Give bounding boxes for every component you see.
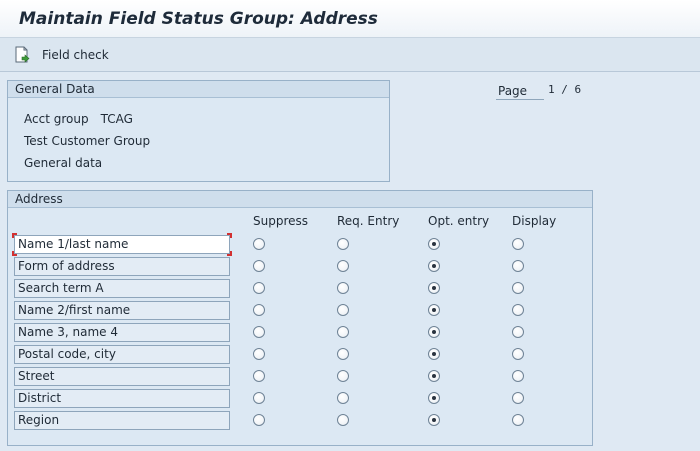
radio-req-entry-row-4[interactable] [337,326,349,338]
field-label-text: Region [18,413,60,427]
radio-suppress-row-7[interactable] [253,392,265,404]
group-description: Test Customer Group [24,134,151,148]
general-data-group: General Data Acct group TCAG Test Custome… [7,80,390,182]
field-label-text: Postal code, city [18,347,116,361]
main-content: General Data Acct group TCAG Test Custome… [0,73,700,451]
field-label-8[interactable]: Region [14,411,230,430]
radio-opt-entry-row-3[interactable] [428,304,440,316]
radio-opt-entry-row-2[interactable] [428,282,440,294]
radio-suppress-row-8[interactable] [253,414,265,426]
radio-req-entry-row-1[interactable] [337,260,349,272]
column-header-suppress: Suppress [253,214,309,228]
radio-suppress-row-0[interactable] [253,238,265,250]
field-label-text: Form of address [18,259,115,273]
address-group: Address Suppress Req. Entry Opt. entry Disp… [7,190,593,446]
radio-req-entry-row-6[interactable] [337,370,349,382]
radio-opt-entry-row-5[interactable] [428,348,440,360]
radio-opt-entry-row-6[interactable] [428,370,440,382]
field-label-6[interactable]: Street [14,367,230,386]
radio-display-row-8[interactable] [512,414,524,426]
radio-display-row-0[interactable] [512,238,524,250]
toolbar: Field check [0,38,700,72]
field-label-5[interactable]: Postal code, city [14,345,230,364]
radio-display-row-2[interactable] [512,282,524,294]
radio-req-entry-row-2[interactable] [337,282,349,294]
address-header: Address [8,191,592,208]
radio-opt-entry-row-1[interactable] [428,260,440,272]
column-header-req-entry: Req. Entry [337,214,400,228]
field-label-text: District [18,391,62,405]
acct-group-row: Acct group TCAG [24,112,133,126]
radio-suppress-row-3[interactable] [253,304,265,316]
field-label-0[interactable]: Name 1/last name [12,233,232,256]
field-label-1[interactable]: Form of address [14,257,230,276]
field-label-text: Name 1/last name [18,237,129,251]
page-indicator: 1 / 6 [548,83,582,96]
radio-req-entry-row-0[interactable] [337,238,349,250]
radio-req-entry-row-8[interactable] [337,414,349,426]
radio-display-row-7[interactable] [512,392,524,404]
field-label-text: Name 2/first name [18,303,131,317]
radio-display-row-5[interactable] [512,348,524,360]
radio-opt-entry-row-0[interactable] [428,238,440,250]
radio-suppress-row-6[interactable] [253,370,265,382]
radio-suppress-row-4[interactable] [253,326,265,338]
field-check-button[interactable]: Field check [14,45,109,65]
acct-group-value: TCAG [100,112,133,126]
title-bar: Maintain Field Status Group: Address [0,0,700,38]
radio-req-entry-row-3[interactable] [337,304,349,316]
focus-corner-marker [12,233,17,238]
radio-opt-entry-row-7[interactable] [428,392,440,404]
radio-opt-entry-row-8[interactable] [428,414,440,426]
radio-opt-entry-row-4[interactable] [428,326,440,338]
field-label-text: Name 3, name 4 [18,325,118,339]
field-label-3[interactable]: Name 2/first name [14,301,230,320]
acct-group-label: Acct group [24,112,89,126]
radio-suppress-row-5[interactable] [253,348,265,360]
radio-display-row-6[interactable] [512,370,524,382]
radio-suppress-row-1[interactable] [253,260,265,272]
focus-corner-marker [227,233,232,238]
radio-suppress-row-2[interactable] [253,282,265,294]
column-header-display: Display [512,214,557,228]
radio-req-entry-row-5[interactable] [337,348,349,360]
field-label-text: Street [18,369,55,383]
radio-req-entry-row-7[interactable] [337,392,349,404]
focus-corner-marker [12,251,17,256]
field-check-label: Field check [42,48,109,62]
radio-display-row-4[interactable] [512,326,524,338]
document-check-icon [15,46,30,63]
field-label-7[interactable]: District [14,389,230,408]
section-name: General data [24,156,103,170]
field-label-2[interactable]: Search term A [14,279,230,298]
field-label-4[interactable]: Name 3, name 4 [14,323,230,342]
general-data-header: General Data [8,81,389,98]
focus-corner-marker [227,251,232,256]
field-label-text: Search term A [18,281,104,295]
page-title: Maintain Field Status Group: Address [19,9,378,29]
radio-display-row-1[interactable] [512,260,524,272]
page-label: Page [496,82,544,100]
column-header-opt-entry: Opt. entry [428,214,490,228]
radio-display-row-3[interactable] [512,304,524,316]
